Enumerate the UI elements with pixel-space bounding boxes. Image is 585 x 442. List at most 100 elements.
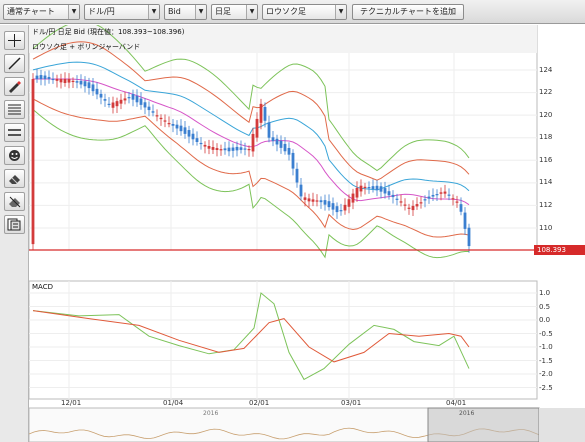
macd-tick: -0.5 xyxy=(539,330,553,338)
candle-body xyxy=(83,81,87,87)
macd-tick: 1.0 xyxy=(539,289,551,297)
candle-body xyxy=(323,200,327,205)
currency-pair-label: ドル/円 xyxy=(88,7,115,16)
add-technical-chart-label: テクニカルチャートを追加 xyxy=(360,7,456,16)
candle-body xyxy=(143,102,147,108)
candle-body xyxy=(415,204,419,207)
candle-body xyxy=(191,133,195,140)
candle-body xyxy=(139,98,143,105)
candle-body xyxy=(367,187,371,189)
current-price-label: 108.393 xyxy=(534,245,585,255)
candle-body xyxy=(51,78,55,81)
parallel-lines-tool-button[interactable] xyxy=(4,123,25,142)
macd-tick: -1.0 xyxy=(539,343,553,351)
bid-ask-label: Bid xyxy=(168,7,181,16)
candle-body xyxy=(359,185,363,192)
candle-body xyxy=(375,185,379,191)
macd-tick: -1.5 xyxy=(539,357,553,365)
candle-body xyxy=(443,191,447,194)
eraser-tool-button[interactable] xyxy=(4,169,25,188)
candle-body xyxy=(119,99,123,104)
candle-body xyxy=(127,97,131,99)
candle-body xyxy=(167,123,171,125)
candle-body xyxy=(395,198,399,200)
chart-style-dropdown[interactable]: ロウソク足 ▼ xyxy=(262,4,347,20)
chart-type-dropdown[interactable]: 通常チャート ▼ xyxy=(3,4,80,20)
candle-body xyxy=(203,144,207,147)
drawing-tools-panel xyxy=(0,25,29,442)
candle-body xyxy=(231,147,235,151)
candle-body xyxy=(115,101,119,107)
crosshair-tool-button[interactable] xyxy=(4,31,25,50)
candle-body xyxy=(215,148,219,150)
price-tick: 114 xyxy=(539,178,553,186)
face-tool-button[interactable] xyxy=(4,146,25,165)
candle-body xyxy=(251,133,255,152)
period-dropdown[interactable]: 日足 ▼ xyxy=(211,4,258,20)
price-tick: 110 xyxy=(539,224,553,232)
candle-body xyxy=(151,111,155,113)
candle-body xyxy=(299,184,303,197)
candle-body xyxy=(223,148,227,151)
add-technical-chart-button[interactable]: テクニカルチャートを追加 xyxy=(352,4,464,20)
settings-panel-tool-button[interactable] xyxy=(4,215,25,234)
candle-body xyxy=(219,149,223,151)
candle-body xyxy=(239,147,243,150)
currency-pair-dropdown[interactable]: ドル/円 ▼ xyxy=(84,4,160,20)
date-tick: 04/01 xyxy=(446,399,467,407)
candle-body xyxy=(423,199,427,201)
chart-style-label: ロウソク足 xyxy=(266,7,306,16)
horizontal-lines-tool-button[interactable] xyxy=(4,100,25,119)
candle-body xyxy=(267,122,271,138)
candle-body xyxy=(179,125,183,132)
candle-body xyxy=(339,210,343,212)
chevron-down-icon: ▼ xyxy=(68,5,79,19)
date-tick: 12/01 xyxy=(61,399,82,407)
candle-body xyxy=(379,186,383,192)
price-tick: 118 xyxy=(539,133,553,141)
candle-body xyxy=(183,127,187,134)
price-tick: 124 xyxy=(539,66,553,74)
candle-body xyxy=(363,186,367,189)
candle-body xyxy=(131,94,135,100)
horizontal-lines-icon xyxy=(8,104,21,115)
price-tick: 112 xyxy=(539,201,553,209)
candle-body xyxy=(63,79,67,83)
candle-body xyxy=(159,117,163,120)
date-tick: 02/01 xyxy=(249,399,270,407)
candle-body xyxy=(111,102,115,108)
macd-legend: MACD xyxy=(32,283,53,291)
candle-body xyxy=(47,76,51,80)
navigator-selection[interactable] xyxy=(427,407,540,442)
candle-body xyxy=(95,88,99,95)
candle-body xyxy=(67,79,71,83)
candle-body xyxy=(155,115,159,117)
chart-area[interactable]: ドル/円 日足 Bid (現在値：108.393~108.396) ロウソク足 … xyxy=(29,25,585,442)
candle-body xyxy=(147,106,151,111)
candle-body xyxy=(275,138,279,145)
macd-tick: 0.5 xyxy=(539,303,551,311)
macd-tick: -2.0 xyxy=(539,370,553,378)
candle-body xyxy=(87,82,91,89)
candle-body xyxy=(303,197,307,200)
candle-body xyxy=(451,198,455,200)
chart-canvas[interactable] xyxy=(29,25,585,442)
candle-body xyxy=(467,227,471,247)
period-label: 日足 xyxy=(215,7,231,16)
pencil-icon xyxy=(9,81,21,93)
trendline-tool-button[interactable] xyxy=(4,54,25,73)
bid-ask-dropdown[interactable]: Bid ▼ xyxy=(164,4,207,20)
chevron-down-icon: ▼ xyxy=(335,5,346,19)
pencil-tool-button[interactable] xyxy=(4,77,25,96)
candle-body xyxy=(351,193,355,203)
delete-drawing-tool-button[interactable] xyxy=(4,192,25,211)
candle-body xyxy=(295,168,299,183)
candle-body xyxy=(175,124,179,129)
candle-body xyxy=(399,201,403,203)
date-tick: 03/01 xyxy=(341,399,362,407)
candle-body xyxy=(263,107,267,121)
candle-body xyxy=(283,143,287,152)
toolbar: 通常チャート ▼ ドル/円 ▼ Bid ▼ 日足 ▼ ロウソク足 ▼ テクニカル… xyxy=(0,0,585,24)
candle-body xyxy=(247,149,251,151)
chart-header: ドル/円 日足 Bid (現在値：108.393~108.396) xyxy=(32,28,185,36)
